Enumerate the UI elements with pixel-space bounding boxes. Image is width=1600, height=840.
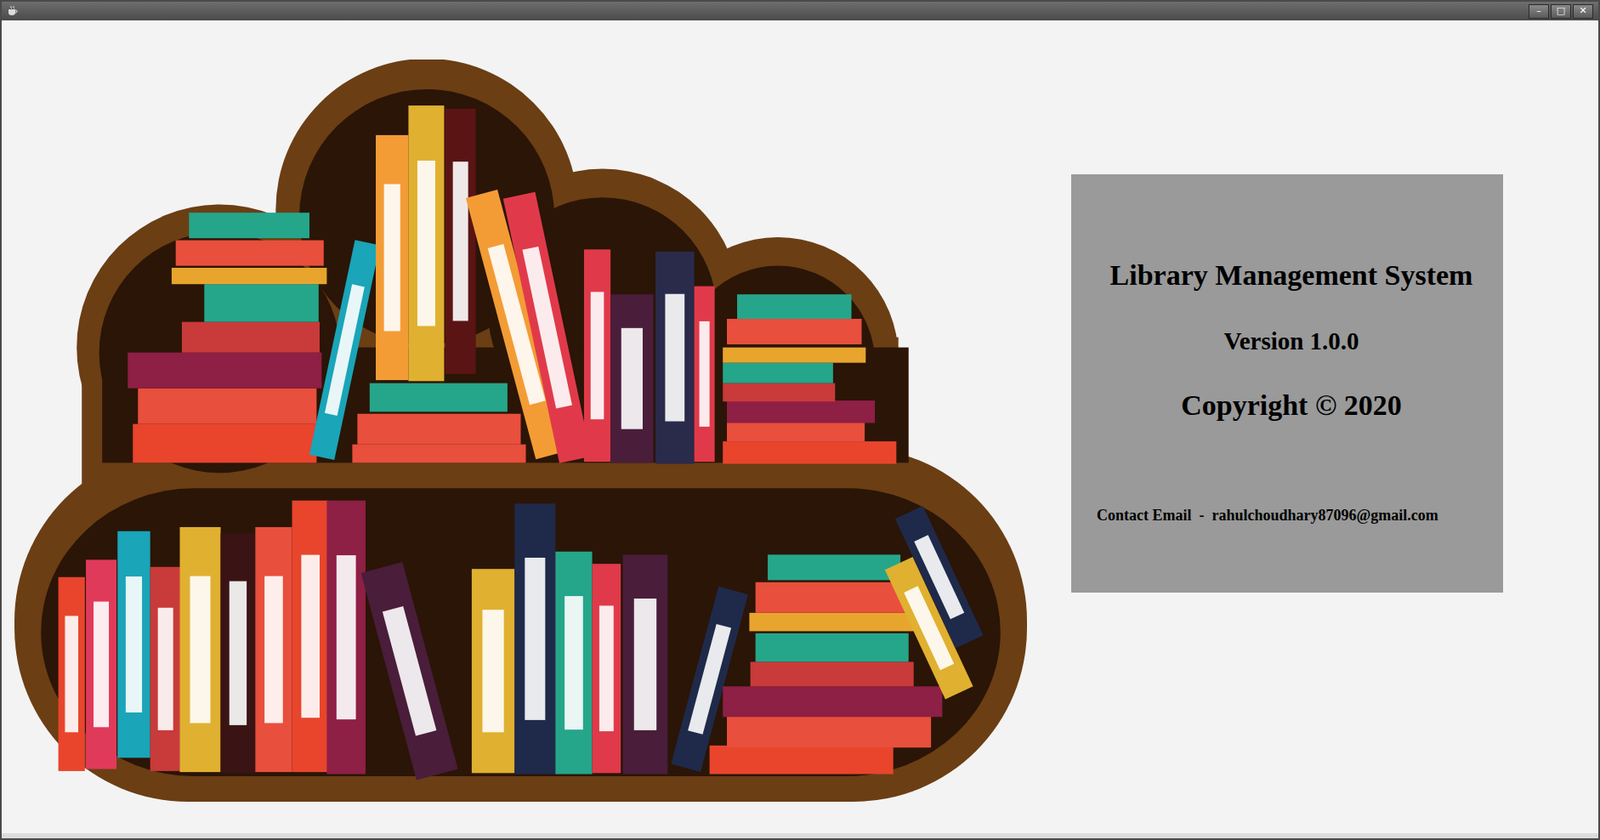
java-cup-icon: [6, 5, 19, 17]
book: [326, 500, 366, 775]
about-panel: Library Management System Version 1.0.0 Co…: [1071, 174, 1504, 593]
book: [694, 286, 715, 463]
book: [755, 582, 914, 613]
book: [188, 212, 310, 239]
book: [592, 563, 622, 773]
book: [221, 533, 256, 773]
book: [722, 441, 897, 464]
book: [204, 283, 318, 322]
book: [722, 363, 834, 384]
title-bar: –□✕: [1, 1, 1599, 21]
book: [175, 240, 324, 267]
book: [375, 135, 409, 381]
version-label: Version 1.0.0: [1223, 327, 1359, 356]
copyright-label: Copyright © 2020: [1180, 389, 1402, 422]
book: [584, 249, 611, 462]
book: [117, 531, 150, 759]
window-controls: –□✕: [1528, 4, 1594, 19]
book: [737, 294, 852, 319]
book: [709, 745, 894, 775]
book: [767, 554, 901, 580]
book: [722, 383, 835, 403]
book: [361, 561, 459, 781]
book: [503, 192, 592, 464]
bookshelf-illustration: [14, 59, 1027, 802]
book: [357, 414, 521, 445]
book: [445, 108, 477, 375]
book: [748, 612, 918, 632]
app-title: Library Management System: [1110, 259, 1474, 292]
book: [150, 567, 182, 772]
book: [514, 503, 556, 774]
book: [726, 318, 862, 345]
book: [132, 424, 317, 464]
book: [85, 559, 117, 769]
content-area: Library Management System Version 1.0.0 Co…: [1, 20, 1599, 839]
book: [623, 554, 669, 774]
book: [726, 400, 875, 423]
book: [58, 577, 86, 772]
book: [610, 294, 653, 463]
app-window: –□✕ Library Management System Version 1.0.…: [0, 0, 1600, 840]
book: [408, 105, 444, 381]
book: [179, 527, 221, 772]
book: [137, 388, 317, 425]
book: [726, 420, 865, 442]
book: [292, 500, 330, 772]
book: [722, 686, 942, 717]
book: [351, 444, 526, 464]
book: [181, 322, 320, 353]
book: [555, 551, 592, 775]
window-control-button[interactable]: –: [1528, 4, 1549, 19]
contact-email: Contact Email - rahulchoudhary87096@gmai…: [1096, 506, 1439, 525]
book: [127, 352, 322, 389]
book: [471, 568, 515, 773]
book: [722, 347, 866, 364]
book: [171, 267, 327, 284]
book: [369, 383, 508, 413]
window-control-button[interactable]: ✕: [1572, 4, 1594, 19]
book: [255, 527, 292, 772]
book: [726, 714, 931, 748]
window-control-button[interactable]: □: [1550, 4, 1572, 19]
book: [750, 661, 914, 687]
book: [755, 633, 909, 663]
book: [895, 505, 984, 649]
book: [655, 251, 695, 465]
